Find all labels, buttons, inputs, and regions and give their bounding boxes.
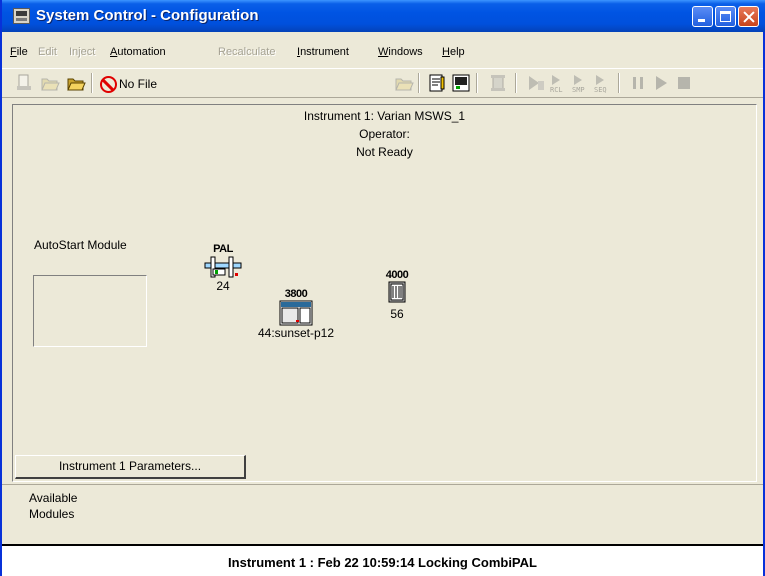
module-4000[interactable]: 4000 56 [379, 269, 415, 321]
menu-automation[interactable]: Automation [110, 46, 166, 58]
toolbar-separator [515, 73, 517, 93]
instrument-parameters-button[interactable]: Instrument 1 Parameters... [15, 455, 246, 479]
module-address-label: 44:sunset-p12 [257, 326, 335, 340]
sequence-run-icon[interactable]: SEQ [593, 73, 613, 93]
new-method-icon[interactable] [14, 73, 34, 93]
stop-icon[interactable] [674, 73, 694, 93]
toolbar-separator [418, 73, 420, 93]
module-address-label: 56 [390, 307, 404, 321]
open-folder-icon[interactable] [66, 73, 86, 93]
menu-inject[interactable]: Inject [69, 46, 95, 58]
toolbar-separator [476, 73, 478, 93]
operator-label: Operator: [359, 127, 410, 141]
pal-autosampler-icon [204, 256, 242, 278]
gc-3800-icon [279, 300, 313, 326]
menu-bar: File Edit Inject Automation Recalculate … [2, 32, 763, 66]
system-control-app-icon[interactable] [13, 8, 30, 24]
open-disabled-icon[interactable] [40, 73, 60, 93]
title-bar[interactable]: System Control - Configuration [2, 0, 765, 32]
method-file-label: No File [119, 77, 158, 91]
main-window: System Control - Configuration File Edit… [0, 0, 765, 576]
maximize-button[interactable] [715, 6, 736, 27]
module-model-label: 3800 [284, 288, 308, 300]
toolbar-separator [91, 73, 93, 93]
edit-method-icon[interactable] [427, 73, 447, 93]
menu-recalculate[interactable]: Recalculate [218, 46, 275, 58]
inject-icon[interactable] [526, 73, 546, 93]
method-file-indicator[interactable]: No File [100, 74, 157, 94]
svg-text:SEQ: SEQ [594, 86, 607, 93]
no-file-icon [100, 75, 117, 93]
ms-4000-icon [388, 281, 406, 303]
module-model-label: PAL [213, 243, 233, 255]
menu-instrument[interactable]: Instrument [297, 46, 349, 58]
autostart-module-label: AutoStart Module [34, 238, 127, 252]
status-bar: Instrument 1 : Feb 22 10:59:14 Locking C… [2, 544, 763, 576]
sample-list-run-icon[interactable]: SMP [571, 73, 591, 93]
svg-text:SMP: SMP [572, 86, 585, 93]
module-address-label: 24 [216, 279, 230, 293]
status-message: Instrument 1 : Feb 22 10:59:14 Locking C… [228, 555, 537, 570]
window-title: System Control - Configuration [36, 7, 259, 24]
toolbar-separator [618, 73, 620, 93]
sample-list-icon[interactable] [488, 73, 508, 93]
module-3800[interactable]: 3800 44:sunset-p12 [251, 288, 341, 340]
open-recent-icon[interactable] [394, 73, 414, 93]
menu-windows[interactable]: Windows [378, 46, 423, 58]
menu-edit[interactable]: Edit [38, 46, 57, 58]
available-modules-panel: Available Modules [2, 484, 763, 542]
module-pal[interactable]: PAL 24 [193, 243, 253, 293]
available-modules-label: Available Modules [29, 491, 78, 521]
instrument-title: Instrument 1: Varian MSWS_1 [303, 109, 466, 123]
activate-method-icon[interactable] [451, 73, 471, 93]
play-icon[interactable] [651, 73, 671, 93]
instrument-status: Not Ready [356, 145, 413, 159]
module-model-label: 4000 [385, 269, 409, 281]
svg-text:RCL: RCL [550, 86, 563, 93]
close-button[interactable] [738, 6, 759, 27]
minimize-button[interactable] [692, 6, 713, 27]
menu-file[interactable]: File [10, 46, 28, 58]
toolbar: No File RCL SMP SEQ [2, 68, 763, 98]
menu-help[interactable]: Help [442, 46, 465, 58]
instrument-configuration-panel: Instrument 1: Varian MSWS_1 Operator: No… [12, 104, 757, 482]
autostart-module-slot[interactable] [33, 275, 147, 347]
recalc-list-icon[interactable]: RCL [549, 73, 569, 93]
pause-icon[interactable] [628, 73, 648, 93]
